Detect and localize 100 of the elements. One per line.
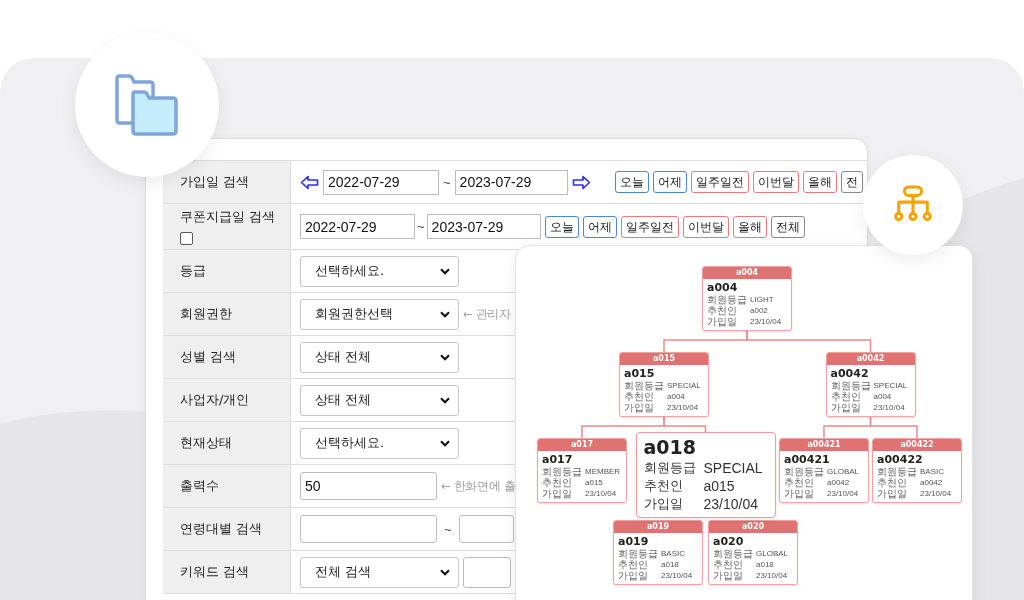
field-value: LIGHT [750, 294, 774, 305]
node-title: a019 [618, 535, 650, 548]
keyword-input-field[interactable] [463, 556, 511, 588]
date-preset-button[interactable]: 올해 [802, 171, 837, 193]
field-value: 23/10/04 [750, 316, 782, 327]
field-label: 회원등급 [624, 380, 665, 391]
date-preset-button[interactable]: 이번달 [682, 215, 729, 238]
member-node[interactable]: a0042 a0042 회원등급 SPECIAL 추천인 a004 가입일 23/10/04 [825, 352, 916, 417]
date-preset-button[interactable]: 오늘 [544, 215, 579, 238]
chevron-down-icon [440, 267, 450, 275]
row-label: 키워드 검색 [180, 563, 250, 581]
chevron-down-icon [440, 396, 450, 404]
chevron-down-icon [440, 568, 450, 576]
field-value: a015 [585, 477, 603, 488]
date-preset-button[interactable]: 전 [840, 171, 863, 193]
field-label: 회원등급 [784, 466, 825, 477]
input-field[interactable] [458, 515, 514, 543]
field-label: 추천인 [784, 477, 815, 488]
node-title: a00421 [784, 453, 831, 466]
node-header: a0042 [826, 353, 915, 365]
node-header: a004 [703, 267, 791, 279]
date-preset-button[interactable]: 오늘 [614, 171, 649, 193]
field-value: MEMBER [585, 466, 621, 477]
date-preset-button[interactable]: 올해 [732, 215, 767, 238]
node-title: a00422 [877, 453, 924, 466]
field-value: a018 [661, 559, 679, 570]
field-value: 23/10/04 [827, 488, 859, 499]
node-title: a020 [713, 535, 745, 548]
popup-title: a018 [643, 436, 697, 459]
field-label: 회원등급 [713, 548, 754, 559]
date-preset-button[interactable]: 전체 [770, 215, 805, 238]
member-node[interactable]: a020 a020 회원등급 GLOBAL 추천인 a018 가입일 23/10/04 [708, 520, 798, 585]
node-header: a015 [620, 353, 708, 365]
date-field[interactable]: 2023-07-29 [426, 214, 541, 239]
field-value: SPECIAL [703, 460, 763, 476]
field-value: SPECIAL [667, 380, 701, 391]
node-header: a00422 [873, 439, 961, 451]
date-preset-button[interactable]: 어제 [582, 215, 617, 238]
chevron-down-icon [440, 353, 450, 361]
node-header: a020 [709, 521, 797, 533]
range-separator: ~ [444, 521, 452, 537]
field-label: 가입일 [713, 570, 744, 581]
field-label: 회원등급 [707, 294, 748, 305]
row-label: 현재상태 [180, 434, 232, 452]
range-separator: ~ [417, 219, 425, 234]
member-node[interactable]: a004 a004 회원등급 LIGHT 추천인 a002 가입일 23/10/04 [702, 266, 792, 331]
connector-line [869, 416, 918, 439]
date-field[interactable]: 2022-07-29 [323, 169, 439, 195]
input-field[interactable] [300, 515, 437, 543]
member-node[interactable]: a019 a019 회원등급 BASIC 추천인 a018 가입일 23/10/04 [613, 520, 703, 585]
field-value: GLOBAL [827, 466, 859, 477]
field-label: 회원등급 [877, 466, 918, 477]
member-node[interactable]: a015 a015 회원등급 SPECIAL 추천인 a004 가입일 23/10/04 [619, 352, 709, 417]
field-value: a018 [756, 559, 774, 570]
select-dropdown[interactable]: 전체 검색 [300, 556, 459, 588]
field-label: 가입일 [643, 495, 684, 513]
row-label: 가입일 검색 [180, 173, 250, 191]
field-value: SPECIAL [873, 380, 908, 391]
node-header: a019 [614, 521, 702, 533]
field-label: 추천인 [713, 559, 744, 570]
select-dropdown[interactable]: 회원권한선택 [300, 298, 459, 330]
node-title: a015 [624, 367, 656, 380]
node-title: a004 [707, 281, 739, 294]
select-dropdown[interactable]: 선택하세요. [300, 255, 459, 287]
field-value: a0042 [920, 477, 943, 488]
date-preset-button[interactable]: 어제 [652, 171, 687, 193]
date-preset-button[interactable]: 일주일전 [690, 171, 749, 193]
member-node[interactable]: a00421 a00421 회원등급 GLOBAL 추천인 a0042 가입일 23/10/04 [779, 438, 869, 503]
field-value: 23/10/04 [920, 488, 952, 499]
select-dropdown[interactable]: 상태 전체 [300, 384, 459, 416]
checkbox[interactable] [180, 232, 193, 245]
date-preset-button[interactable]: 이번달 [752, 171, 799, 193]
member-node[interactable]: a017 a017 회원등급 MEMBER 추천인 a015 가입일 23/10/04 [537, 438, 627, 503]
node-header: a00421 [780, 439, 868, 451]
field-value: BASIC [920, 466, 944, 477]
left-arrow-icon[interactable] [300, 174, 319, 190]
row-label: 사업자/개인 [180, 391, 250, 409]
select-dropdown[interactable]: 선택하세요. [300, 427, 459, 459]
field-value: 23/10/04 [703, 496, 758, 512]
field-label: 회원등급 [643, 459, 697, 477]
field-label: 추천인 [707, 305, 738, 316]
range-separator: ~ [443, 174, 451, 190]
row-label: 쿠폰지급일 검색 [180, 208, 276, 226]
date-field[interactable]: 2023-07-29 [454, 169, 568, 195]
field-value: GLOBAL [756, 548, 788, 559]
field-label: 가입일 [707, 316, 738, 327]
date-preset-button[interactable]: 일주일전 [620, 215, 679, 238]
row-label: 출력수 [180, 477, 219, 495]
hint-text: ← 관리자 [463, 306, 511, 322]
field-value: 23/10/04 [873, 402, 905, 413]
row-label: 회원권한 [180, 305, 232, 323]
member-node[interactable]: a00422 a00422 회원등급 BASIC 추천인 a0042 가입일 23/10/04 [872, 438, 962, 503]
field-value: a0042 [827, 477, 850, 488]
right-arrow-icon[interactable] [571, 174, 591, 190]
select-dropdown[interactable]: 상태 전체 [300, 341, 459, 373]
field-label: 추천인 [618, 559, 649, 570]
node-header: a017 [538, 439, 626, 451]
date-field[interactable]: 2022-07-29 [300, 214, 415, 239]
number-input-field[interactable]: 50 [300, 472, 437, 500]
field-value: 23/10/04 [585, 488, 617, 499]
